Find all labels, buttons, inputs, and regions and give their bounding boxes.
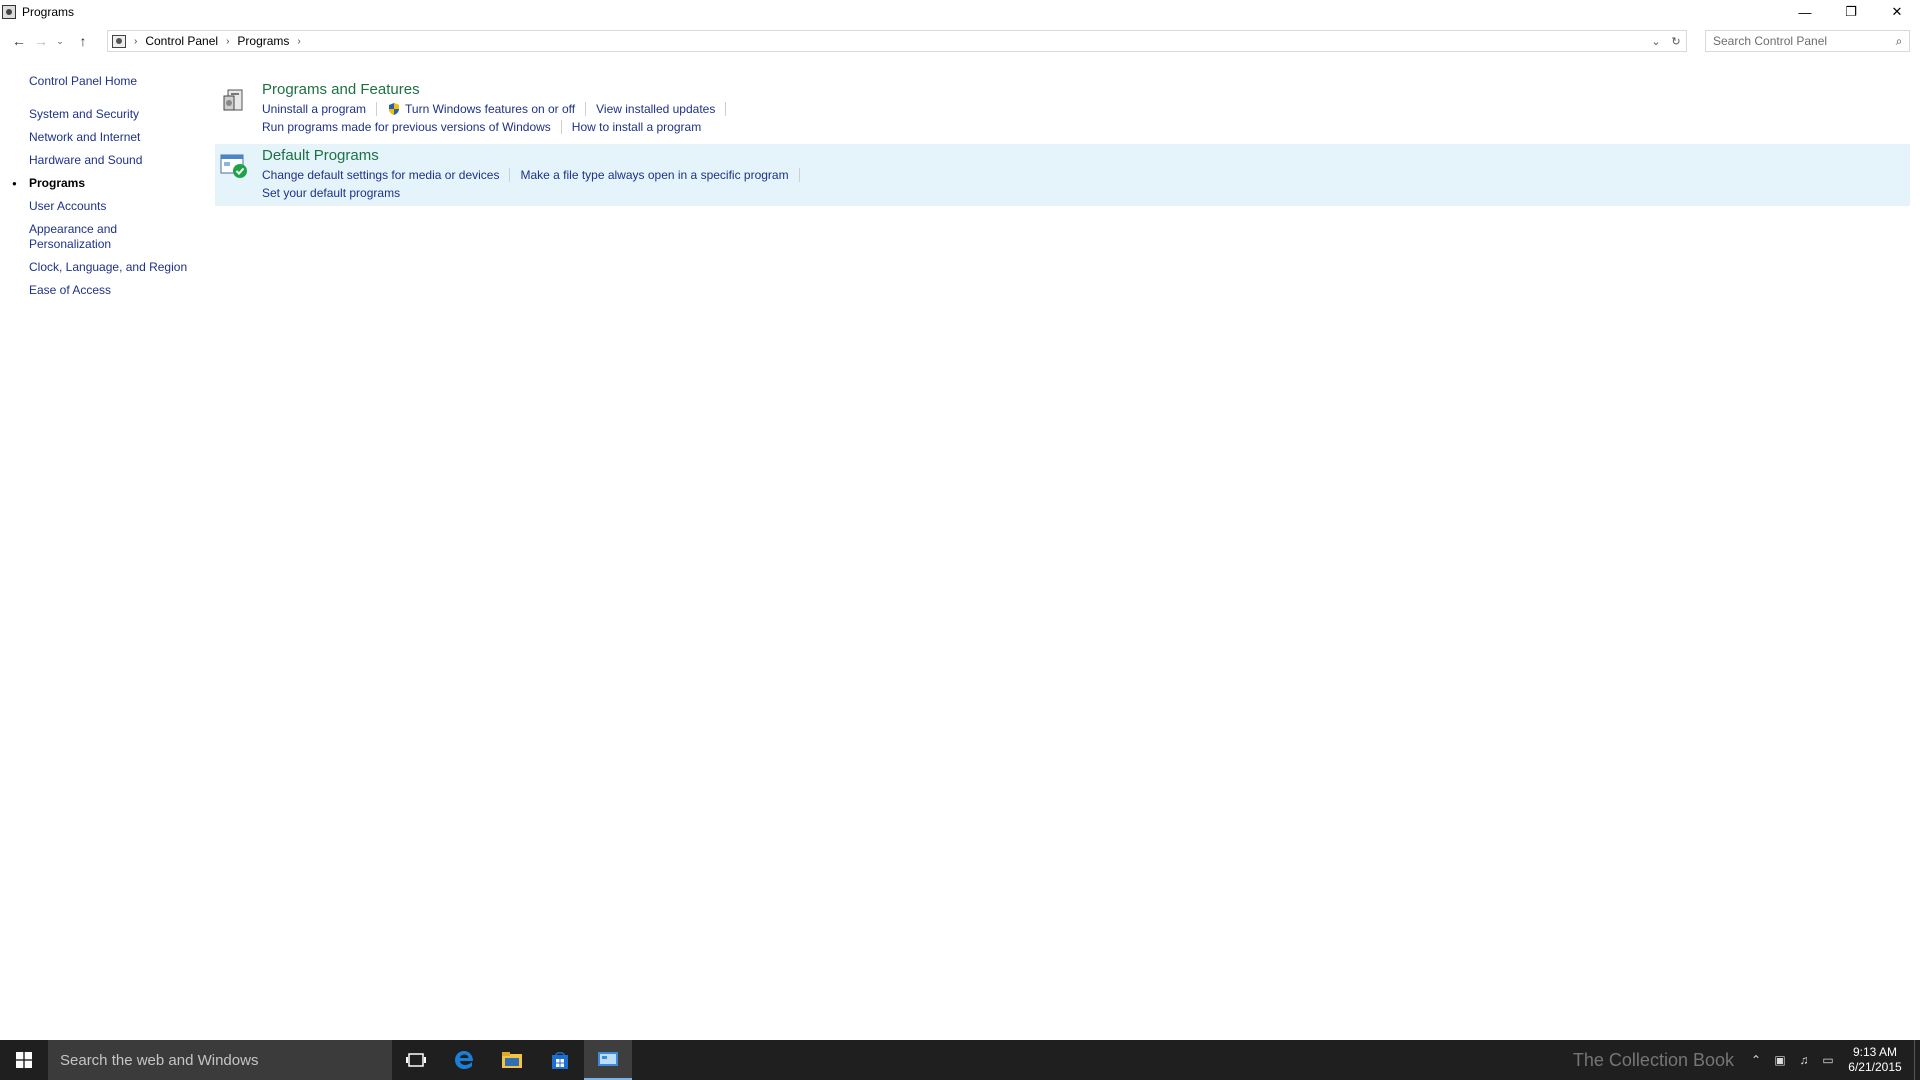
sidebar-item-user-accounts[interactable]: User Accounts (29, 199, 199, 214)
clock[interactable]: 9:13 AM 6/21/2015 (1840, 1045, 1910, 1075)
breadcrumb-control-panel[interactable]: Control Panel (145, 34, 218, 48)
windows-features-link[interactable]: Turn Windows features on or off (405, 102, 575, 116)
link-divider (798, 168, 800, 182)
recent-locations-button[interactable]: ⌄ (52, 30, 68, 52)
search-box[interactable]: ⌕ (1705, 30, 1910, 52)
taskbar: Search the web and Windows The Collectio… (0, 1040, 1920, 1080)
clock-time: 9:13 AM (1852, 1045, 1898, 1059)
default-programs-title[interactable]: Default Programs (262, 146, 1910, 166)
search-input[interactable] (1706, 34, 1889, 48)
sidebar-item-clock-language-region[interactable]: Clock, Language, and Region (29, 260, 199, 275)
default-programs-links-row2: Set your default programs (262, 184, 1910, 202)
link-divider (725, 102, 727, 116)
address-bar[interactable]: › Control Panel › Programs › ⌄ ↻ (107, 30, 1687, 52)
sidebar-item-programs[interactable]: Programs (12, 176, 199, 191)
system-tray: The Collection Book ⌃ ▣ ♫ ▭ 9:13 AM 6/21… (1573, 1040, 1920, 1080)
minimize-button[interactable]: — (1782, 0, 1828, 24)
view-installed-updates-link[interactable]: View installed updates (596, 102, 715, 116)
programs-features-icon (223, 89, 243, 111)
programs-features-title[interactable]: Programs and Features (262, 80, 1910, 100)
breadcrumb-separator[interactable]: › (226, 36, 229, 47)
address-dropdown-icon[interactable]: ⌄ (1646, 35, 1666, 48)
breadcrumb-separator[interactable]: › (297, 36, 300, 47)
clock-date: 6/21/2015 (1848, 1060, 1902, 1074)
control-panel-icon (2, 5, 16, 19)
windows-logo-icon (16, 1052, 32, 1068)
edge-browser-icon[interactable] (440, 1040, 488, 1080)
breadcrumb-programs[interactable]: Programs (237, 34, 289, 48)
control-panel-taskbar-icon[interactable] (584, 1040, 632, 1080)
address-bar-actions: ⌄ ↻ (1646, 31, 1686, 51)
link-divider (509, 168, 511, 182)
window-title: Programs (22, 5, 75, 19)
programs-features-links-row2: Run programs made for previous versions … (262, 118, 1910, 136)
file-explorer-icon[interactable] (488, 1040, 536, 1080)
window-controls: — ❐ ✕ (1782, 0, 1920, 24)
file-type-association-link[interactable]: Make a file type always open in a specif… (520, 168, 788, 182)
start-button[interactable] (0, 1040, 48, 1080)
sidebar-item-network-internet[interactable]: Network and Internet (29, 130, 199, 145)
category-programs-features: Programs and Features Uninstall a progra… (215, 78, 1910, 140)
volume-icon[interactable]: ♫ (1792, 1053, 1816, 1067)
link-divider (376, 102, 378, 116)
programs-features-links-row1: Uninstall a program Turn Windows feature… (262, 100, 1910, 118)
sidebar-item-appearance[interactable]: Appearance and Personalization (29, 222, 129, 252)
link-divider (560, 120, 562, 134)
back-button[interactable]: ← (8, 30, 30, 52)
close-button[interactable]: ✕ (1874, 0, 1920, 24)
sidebar-item-ease-of-access[interactable]: Ease of Access (29, 283, 199, 298)
watermark-text: The Collection Book (1572, 1049, 1734, 1070)
link-divider (585, 102, 587, 116)
sidebar-item-system-security[interactable]: System and Security (29, 107, 199, 122)
task-view-icon[interactable] (392, 1040, 440, 1080)
main-content: Programs and Features Uninstall a progra… (215, 78, 1910, 206)
default-programs-icon (220, 154, 247, 178)
uninstall-program-link[interactable]: Uninstall a program (262, 102, 366, 116)
sidebar-control-panel-home[interactable]: Control Panel Home (29, 74, 137, 88)
title-bar: Programs — ❐ ✕ (0, 0, 1920, 24)
store-icon[interactable] (536, 1040, 584, 1080)
forward-button[interactable]: → (30, 30, 52, 52)
sidebar-categories: System and Security Network and Internet… (12, 107, 199, 306)
uac-shield-icon (389, 103, 400, 115)
taskbar-search-box[interactable]: Search the web and Windows (48, 1040, 392, 1080)
run-previous-versions-link[interactable]: Run programs made for previous versions … (262, 120, 551, 134)
restore-button[interactable]: ❐ (1828, 0, 1874, 24)
show-desktop-button[interactable] (1914, 1040, 1920, 1080)
sidebar-item-hardware-sound[interactable]: Hardware and Sound (29, 153, 199, 168)
navigation-bar: ← → ⌄ ↑ › Control Panel › Programs › ⌄ ↻… (0, 28, 1920, 54)
category-default-programs: Default Programs Change default settings… (215, 144, 1910, 206)
refresh-icon[interactable]: ↻ (1666, 35, 1686, 48)
default-programs-links-row1: Change default settings for media or dev… (262, 166, 1910, 184)
set-default-programs-link[interactable]: Set your default programs (262, 186, 400, 200)
up-button[interactable]: ↑ (72, 30, 94, 52)
search-icon[interactable]: ⌕ (1889, 34, 1909, 49)
how-to-install-link[interactable]: How to install a program (572, 120, 701, 134)
show-hidden-icons-icon[interactable]: ⌃ (1744, 1053, 1768, 1067)
breadcrumb-separator[interactable]: › (134, 36, 137, 47)
change-default-media-settings-link[interactable]: Change default settings for media or dev… (262, 168, 499, 182)
control-panel-location-icon (112, 34, 126, 48)
network-icon[interactable]: ▣ (1768, 1053, 1792, 1067)
action-center-icon[interactable]: ▭ (1816, 1053, 1840, 1067)
